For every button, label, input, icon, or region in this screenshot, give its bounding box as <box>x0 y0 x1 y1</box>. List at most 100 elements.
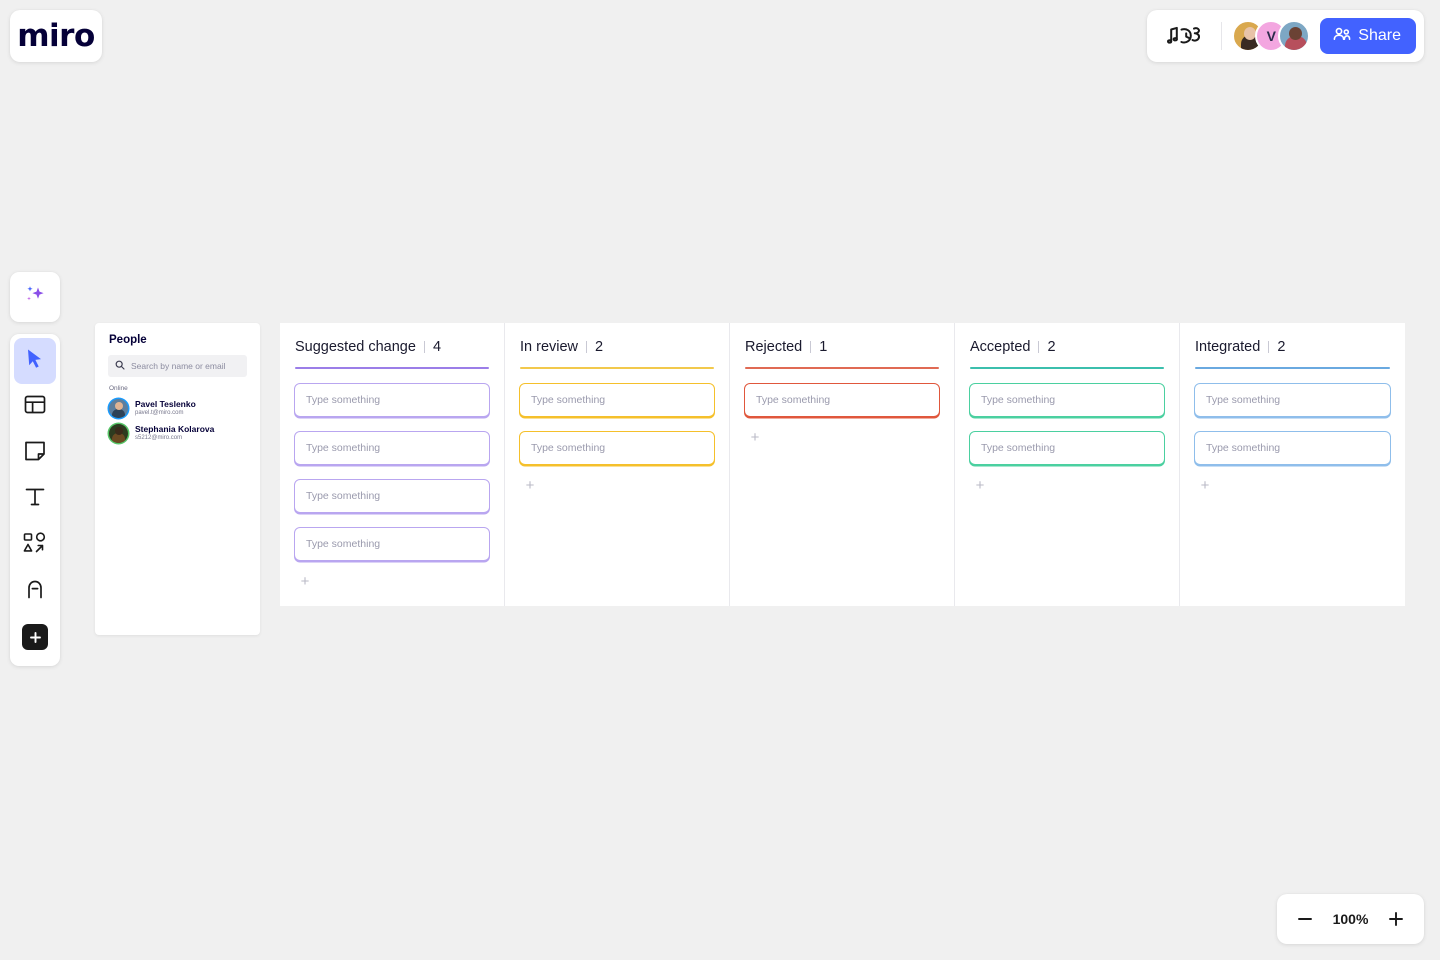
sticky-note-icon <box>24 440 46 467</box>
search-input[interactable] <box>131 361 240 371</box>
add-card-button[interactable]: + <box>522 477 538 493</box>
card-input[interactable]: Type something <box>519 383 715 417</box>
ai-sparkles-button[interactable] <box>10 272 60 322</box>
share-label: Share <box>1358 27 1401 44</box>
kanban-board: Suggested change 4 Type something Type some… <box>280 323 1405 606</box>
column-title: Suggested change <box>295 339 416 355</box>
kanban-column: Accepted 2 Type something Type something + <box>955 323 1180 606</box>
column-accent-rule <box>520 367 714 369</box>
sticky-note-tool[interactable] <box>14 430 56 476</box>
people-panel-title: People <box>109 334 147 346</box>
text-icon <box>24 486 46 513</box>
add-card-button[interactable]: + <box>972 477 988 493</box>
card-placeholder: Type something <box>1206 442 1281 454</box>
kanban-column: Suggested change 4 Type something Type some… <box>280 323 505 606</box>
column-accent-rule <box>295 367 489 369</box>
select-tool[interactable] <box>14 338 56 384</box>
column-accent-rule <box>745 367 939 369</box>
column-accent-rule <box>970 367 1164 369</box>
card-input[interactable]: Type something <box>294 479 490 513</box>
column-header-divider <box>586 341 588 353</box>
card-placeholder: Type something <box>1206 394 1281 406</box>
zoom-level: 100% <box>1332 911 1369 927</box>
cursor-icon <box>25 348 45 375</box>
collaborator-avatars[interactable]: V <box>1232 20 1311 52</box>
search-people-box[interactable] <box>108 355 247 377</box>
column-header: Integrated 2 <box>1194 337 1391 355</box>
card-placeholder: Type something <box>756 394 831 406</box>
add-card-button[interactable]: + <box>1197 477 1213 493</box>
column-title: Integrated <box>1195 339 1261 355</box>
column-title: Rejected <box>745 339 803 355</box>
share-button[interactable]: Share <box>1320 18 1416 54</box>
card-input[interactable]: Type something <box>1194 431 1391 465</box>
card-input[interactable]: Type something <box>294 383 490 417</box>
list-item[interactable]: Stephania Kolarova s5212@miro.com <box>108 421 247 446</box>
top-right-bar: V Share <box>1147 10 1424 62</box>
text-tool[interactable] <box>14 476 56 522</box>
card-placeholder: Type something <box>981 394 1056 406</box>
column-count: 1 <box>819 339 828 355</box>
kanban-column: Rejected 1 Type something + <box>730 323 955 606</box>
online-section-label: Online <box>109 385 128 392</box>
person-email: pavel.t@miro.com <box>135 410 184 417</box>
plus-icon <box>22 624 48 650</box>
topbar-divider <box>1221 22 1223 50</box>
card-placeholder: Type something <box>531 442 606 454</box>
column-count: 2 <box>1277 339 1286 355</box>
pen-tool[interactable] <box>14 568 56 614</box>
zoom-in-button[interactable] <box>1385 908 1407 930</box>
card-placeholder: Type something <box>531 394 606 406</box>
list-item[interactable]: Pavel Teslenko pavel.t@miro.com <box>108 396 247 421</box>
column-header-divider <box>423 341 425 353</box>
people-icon <box>1333 27 1351 46</box>
zoom-out-button[interactable] <box>1294 908 1316 930</box>
card-input[interactable]: Type something <box>969 431 1165 465</box>
kanban-column: In review 2 Type something Type something + <box>505 323 730 606</box>
column-title: In review <box>520 339 579 355</box>
card-placeholder: Type something <box>306 490 381 502</box>
column-count: 4 <box>432 339 442 355</box>
shapes-tool[interactable] <box>14 522 56 568</box>
person-name: Pavel Teslenko <box>135 399 196 410</box>
column-count: 2 <box>1047 339 1056 355</box>
card-placeholder: Type something <box>306 394 381 406</box>
card-placeholder: Type something <box>981 442 1056 454</box>
column-accent-rule <box>1195 367 1390 369</box>
card-input[interactable]: Type something <box>294 431 490 465</box>
person-email: s5212@miro.com <box>135 435 183 442</box>
card-input[interactable]: Type something <box>294 527 490 561</box>
column-header: Suggested change 4 <box>294 337 490 355</box>
add-card-button[interactable]: + <box>747 429 763 445</box>
left-toolbar <box>10 334 60 666</box>
column-title: Accepted <box>970 339 1031 355</box>
card-input[interactable]: Type something <box>969 383 1165 417</box>
column-header-divider <box>810 341 812 353</box>
card-placeholder: Type something <box>306 442 381 454</box>
card-input[interactable]: Type something <box>519 431 715 465</box>
avatar[interactable] <box>1278 20 1311 52</box>
card-placeholder: Type something <box>306 538 381 550</box>
card-input[interactable]: Type something <box>1194 383 1391 417</box>
add-card-button[interactable]: + <box>297 573 313 589</box>
avatar <box>109 399 128 418</box>
person-name: Stephania Kolarova <box>135 424 215 435</box>
card-input[interactable]: Type something <box>744 383 940 417</box>
column-header-divider <box>1268 341 1270 353</box>
column-header: In review 2 <box>519 337 715 355</box>
zoom-control: 100% <box>1277 894 1424 944</box>
column-header-divider <box>1038 341 1040 353</box>
people-panel: People Online Pavel Teslenko pavel.t@mir… <box>95 323 260 635</box>
search-icon <box>115 357 125 375</box>
templates-icon <box>24 394 46 421</box>
more-apps-tool[interactable] <box>14 614 56 660</box>
miro-logo-text: miro <box>17 17 95 54</box>
miro-logo-card[interactable]: miro <box>10 10 102 62</box>
templates-tool[interactable] <box>14 384 56 430</box>
music-doodle-icon[interactable] <box>1161 18 1211 54</box>
pen-icon <box>24 578 46 605</box>
board-canvas[interactable]: miro V Share People Search by name or em… <box>0 0 1440 960</box>
column-header: Accepted 2 <box>969 337 1165 355</box>
sparkles-icon <box>22 282 48 313</box>
column-header: Rejected 1 <box>744 337 940 355</box>
